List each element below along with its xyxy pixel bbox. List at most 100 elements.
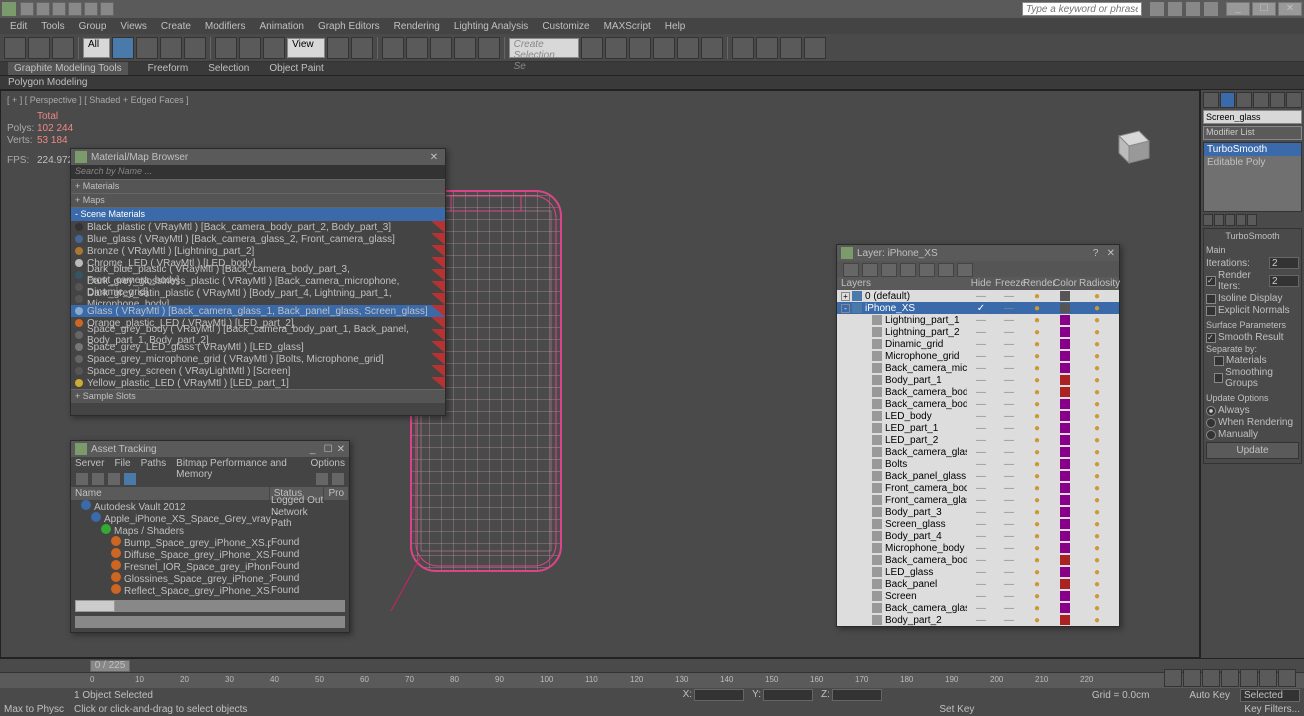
render-toggle[interactable]: ● (1023, 411, 1051, 422)
material-item[interactable]: Space_grey_LED_glass ( VRayMtl ) [LED_gl… (71, 341, 445, 353)
goto-start-btn[interactable] (1164, 669, 1182, 687)
time-slider-thumb[interactable]: 0 / 225 (90, 660, 130, 672)
render-toggle[interactable]: ● (1023, 351, 1051, 362)
freeze-toggle[interactable]: — (995, 423, 1023, 434)
render-toggle[interactable]: ● (1023, 387, 1051, 398)
radiosity-toggle[interactable]: ● (1079, 327, 1115, 338)
radiosity-toggle[interactable]: ● (1079, 471, 1115, 482)
viewcube[interactable] (1109, 121, 1159, 171)
asset-minimize[interactable]: _ (306, 444, 320, 455)
layer-row[interactable]: LED_part_1——●● (837, 422, 1119, 434)
layer-row[interactable]: Screen_glass——●● (837, 518, 1119, 530)
time-slider[interactable]: 0 / 225 (0, 658, 1304, 672)
hide-toggle[interactable]: — (967, 435, 995, 446)
asset-maximize[interactable]: ☐ (324, 444, 333, 455)
freeze-toggle[interactable]: — (995, 399, 1023, 410)
layer-row[interactable]: Back_panel——●● (837, 578, 1119, 590)
help-search-input[interactable] (1022, 2, 1142, 16)
layer-row[interactable]: Back_panel_glass——●● (837, 470, 1119, 482)
freeze-toggle[interactable]: — (995, 327, 1023, 338)
layer-row[interactable]: Back_camera_body_part_1——●● (837, 554, 1119, 566)
freeze-toggle[interactable]: — (995, 507, 1023, 518)
align-btn[interactable] (605, 37, 627, 59)
hide-toggle[interactable]: — (967, 327, 995, 338)
spinner-snap-btn[interactable] (454, 37, 476, 59)
modify-tab[interactable] (1220, 92, 1236, 108)
freeze-toggle[interactable]: — (995, 435, 1023, 446)
mirror-btn[interactable] (581, 37, 603, 59)
window-close[interactable]: ✕ (1278, 2, 1302, 16)
hide-toggle[interactable]: — (967, 507, 995, 518)
layer-row[interactable]: Back_camera_glass_1——●● (837, 602, 1119, 614)
asset-tracking-window[interactable]: Asset Tracking _ ☐ ✕ ServerFilePathsBitm… (70, 440, 350, 633)
viewport-label[interactable]: [ + ] [ Perspective ] [ Shaded + Edged F… (7, 95, 189, 105)
color-swatch[interactable] (1051, 531, 1079, 541)
radiosity-toggle[interactable]: ● (1079, 603, 1115, 614)
material-search-input[interactable]: Search by Name ... (71, 165, 445, 179)
render-toggle[interactable]: ● (1023, 339, 1051, 350)
render-toggle[interactable]: ● (1023, 423, 1051, 434)
color-swatch[interactable] (1051, 543, 1079, 553)
asset-refresh-btn[interactable] (75, 472, 89, 486)
maps-category[interactable]: + Maps (71, 193, 445, 207)
asset-btn-2[interactable] (91, 472, 105, 486)
asset-row[interactable]: Bump_Space_grey_iPhone_XS.pngFound (71, 536, 349, 548)
expand-toggle[interactable]: - (841, 304, 850, 313)
render-toggle[interactable]: ● (1023, 567, 1051, 578)
render-toggle[interactable]: ● (1023, 435, 1051, 446)
rendered-frame-btn[interactable] (756, 37, 778, 59)
update-manual-radio[interactable] (1206, 430, 1216, 440)
material-item[interactable]: Space_grey_screen ( VRayLightMtl ) [Scre… (71, 365, 445, 377)
hide-toggle[interactable]: — (967, 291, 995, 302)
isoline-checkbox[interactable] (1206, 294, 1216, 304)
render-toggle[interactable]: ● (1023, 543, 1051, 554)
ref-coord-dropdown[interactable]: View (287, 38, 325, 58)
material-item[interactable]: Glass ( VRayMtl ) [Back_camera_glass_1, … (71, 305, 445, 317)
window-maximize[interactable]: ☐ (1252, 2, 1276, 16)
material-item[interactable]: Space_grey_microphone_grid ( VRayMtl ) [… (71, 353, 445, 365)
freeze-toggle[interactable]: — (995, 447, 1023, 458)
color-swatch[interactable] (1051, 579, 1079, 589)
layer-head-hide[interactable]: Hide (967, 278, 995, 289)
window-minimize[interactable]: _ (1226, 2, 1250, 16)
radiosity-toggle[interactable]: ● (1079, 339, 1115, 350)
layer-close[interactable]: ✕ (1107, 248, 1115, 259)
layer-select-btn[interactable] (900, 263, 916, 277)
radiosity-toggle[interactable]: ● (1079, 483, 1115, 494)
render-toggle[interactable]: ● (1023, 483, 1051, 494)
percent-snap-btn[interactable] (430, 37, 452, 59)
snap-btn[interactable] (382, 37, 404, 59)
curve-editor-btn[interactable] (653, 37, 675, 59)
radiosity-toggle[interactable]: ● (1079, 399, 1115, 410)
hide-toggle[interactable]: — (967, 483, 995, 494)
render-toggle[interactable]: ● (1023, 459, 1051, 470)
radiosity-toggle[interactable]: ● (1079, 519, 1115, 530)
select-region-btn[interactable] (160, 37, 182, 59)
render-toggle[interactable]: ● (1023, 507, 1051, 518)
layer-row[interactable]: Dinamic_grid——●● (837, 338, 1119, 350)
material-item[interactable]: Black_plastic ( VRayMtl ) [Back_camera_b… (71, 221, 445, 233)
color-swatch[interactable] (1051, 387, 1079, 397)
asset-btn-6[interactable] (331, 472, 345, 486)
motion-tab[interactable] (1253, 92, 1269, 108)
freeze-toggle[interactable]: — (995, 315, 1023, 326)
menu-modifiers[interactable]: Modifiers (199, 20, 252, 33)
layer-row[interactable]: Microphone_grid——●● (837, 350, 1119, 362)
asset-h-scrollbar[interactable] (75, 600, 345, 612)
hide-toggle[interactable]: — (967, 495, 995, 506)
qat-more[interactable] (100, 2, 114, 16)
asset-head-name[interactable]: Name (71, 487, 270, 500)
favorites-icon[interactable] (1186, 2, 1200, 16)
signin-icon[interactable] (1168, 2, 1182, 16)
color-swatch[interactable] (1051, 423, 1079, 433)
freeze-toggle[interactable]: — (995, 483, 1023, 494)
sep-smoothing-checkbox[interactable] (1214, 373, 1223, 383)
x-coord-input[interactable] (694, 689, 744, 701)
layer-row[interactable]: +0 (default)——●● (837, 290, 1119, 302)
hide-toggle[interactable]: — (967, 363, 995, 374)
link-btn[interactable] (4, 37, 26, 59)
layer-manager-btn[interactable] (629, 37, 651, 59)
layer-row[interactable]: LED_part_2——●● (837, 434, 1119, 446)
hide-toggle[interactable]: — (967, 555, 995, 566)
asset-menu-server[interactable]: Server (75, 458, 104, 470)
